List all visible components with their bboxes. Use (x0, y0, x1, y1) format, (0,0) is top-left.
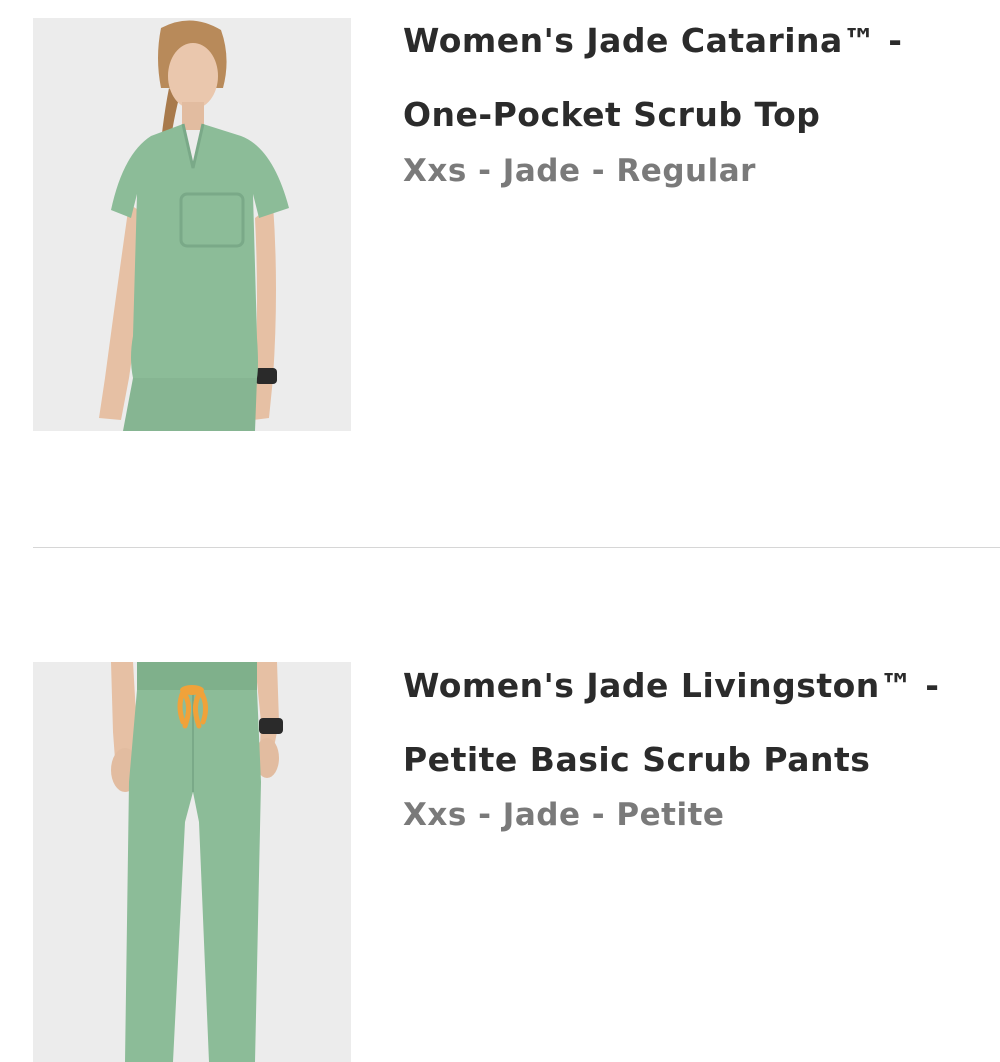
product-title-line-1[interactable]: Women's Jade Catarina™ - (403, 21, 903, 60)
product-title-line-1[interactable]: Women's Jade Livingston™ - (403, 666, 939, 705)
product-title-line-2[interactable]: One-Pocket Scrub Top (403, 95, 820, 134)
cart-item: Women's Jade Catarina™ - One-Pocket Scru… (0, 0, 1000, 548)
product-image-scrub-pants[interactable] (33, 662, 351, 1062)
product-title[interactable]: Women's Jade Livingston™ - Petite Basic … (403, 649, 993, 797)
product-title-line-2[interactable]: Petite Basic Scrub Pants (403, 740, 870, 779)
product-variant: Xxs - Jade - Regular (403, 153, 756, 189)
product-variant: Xxs - Jade - Petite (403, 797, 725, 833)
cart-item: Women's Jade Livingston™ - Petite Basic … (0, 548, 1000, 1062)
product-title[interactable]: Women's Jade Catarina™ - One-Pocket Scru… (403, 4, 993, 152)
product-image-scrub-top[interactable] (33, 18, 351, 431)
